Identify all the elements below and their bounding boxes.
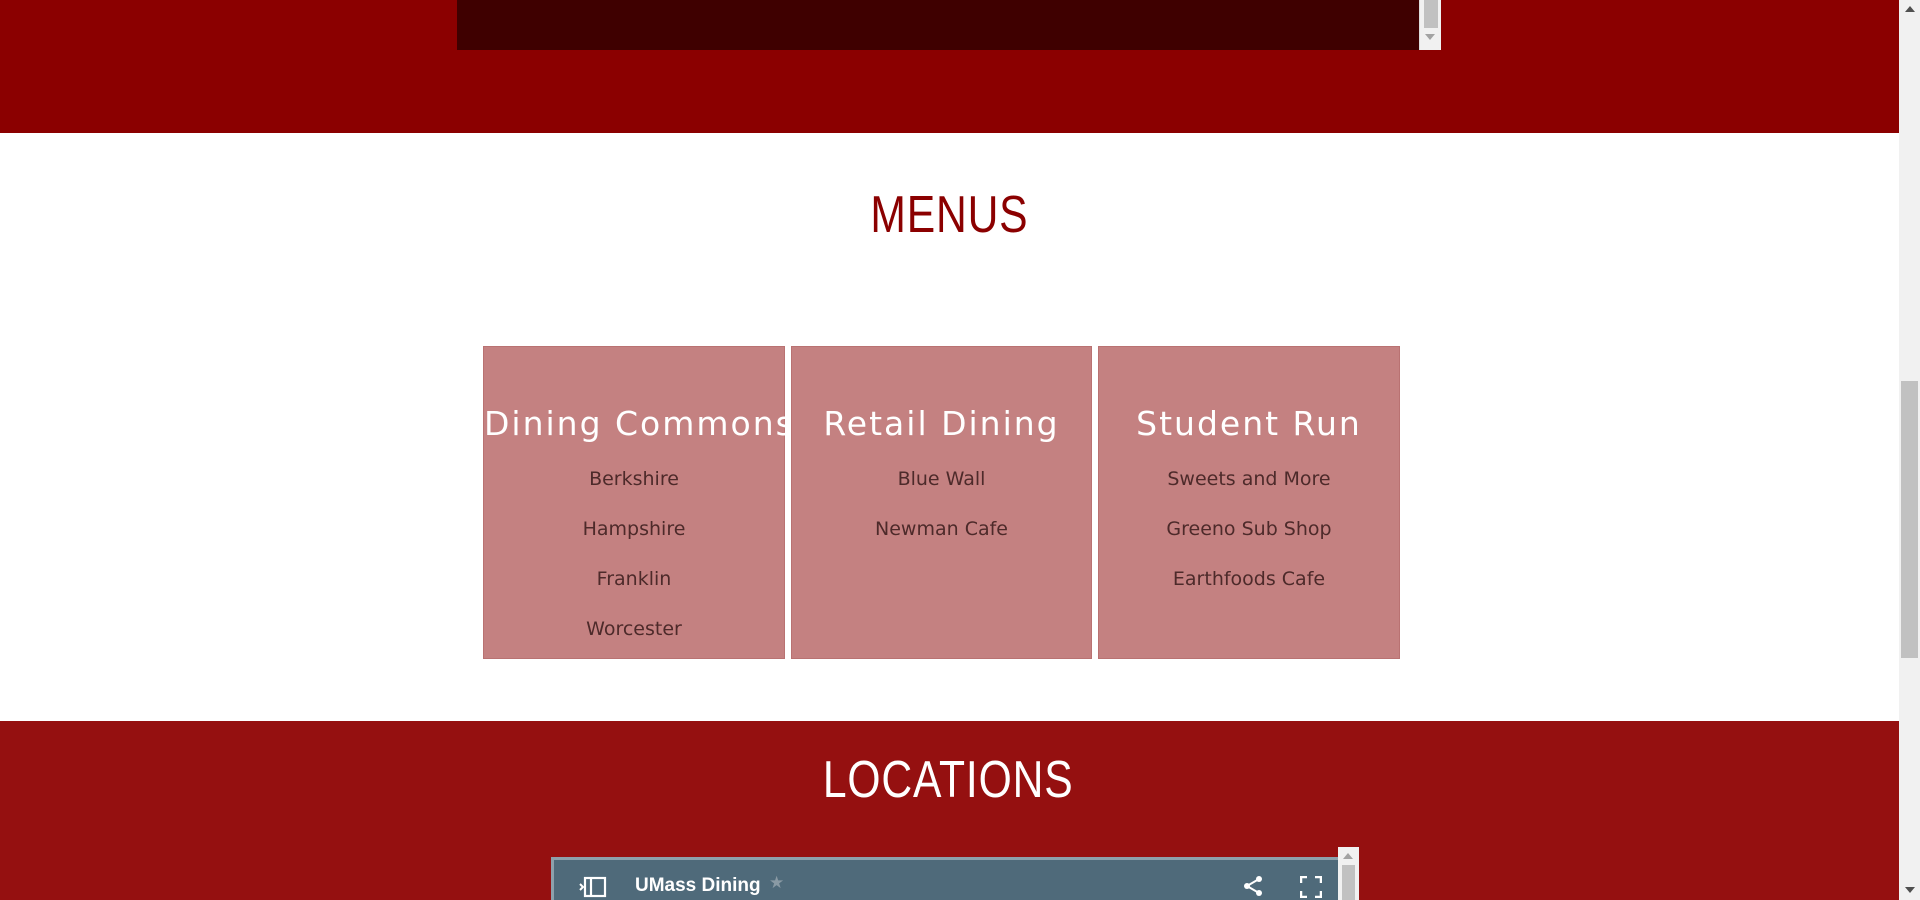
map-title: UMass Dining bbox=[635, 875, 761, 896]
card-dining-commons: Dining Commons Berkshire Hampshire Frank… bbox=[483, 346, 795, 659]
share-icon[interactable] bbox=[1242, 875, 1264, 897]
menu-link-hampshire[interactable]: Hampshire bbox=[484, 518, 784, 568]
browser-scrollbar-thumb[interactable] bbox=[1901, 381, 1918, 658]
card-list: Blue Wall Newman Cafe bbox=[792, 468, 1091, 568]
card-title: Retail Dining bbox=[823, 404, 1060, 443]
menu-link-greeno-sub-shop[interactable]: Greeno Sub Shop bbox=[1099, 518, 1399, 568]
menu-link-earthfoods-cafe[interactable]: Earthfoods Cafe bbox=[1099, 568, 1399, 618]
menu-link-blue-wall[interactable]: Blue Wall bbox=[792, 468, 1091, 518]
scroll-up-icon[interactable] bbox=[1905, 6, 1915, 12]
embedded-frame-scrollbar[interactable] bbox=[1419, 0, 1441, 50]
card-list: Berkshire Hampshire Franklin Worcester bbox=[484, 468, 784, 668]
menu-link-franklin[interactable]: Franklin bbox=[484, 568, 784, 618]
top-band bbox=[0, 0, 1899, 133]
embedded-scrollbar-thumb[interactable] bbox=[1424, 0, 1438, 28]
map-scrollbar-thumb[interactable] bbox=[1342, 865, 1355, 900]
embedded-frame-bottom[interactable] bbox=[457, 0, 1419, 50]
menu-link-newman-cafe[interactable]: Newman Cafe bbox=[792, 518, 1091, 568]
card-retail-dining: Retail Dining Blue Wall Newman Cafe bbox=[791, 346, 1092, 659]
scroll-up-icon[interactable] bbox=[1343, 853, 1353, 859]
locations-section: LOCATIONS UMass Dining ★ bbox=[0, 721, 1899, 900]
star-icon[interactable]: ★ bbox=[769, 873, 784, 893]
menu-link-worcester[interactable]: Worcester bbox=[484, 618, 784, 668]
locations-heading: LOCATIONS bbox=[822, 751, 1074, 809]
menus-section: MENUS Dining Commons Berkshire Hampshire… bbox=[0, 133, 1899, 721]
browser-scrollbar[interactable] bbox=[1899, 0, 1920, 900]
menus-heading: MENUS bbox=[870, 186, 1029, 244]
card-title: Student Run bbox=[1136, 404, 1362, 443]
menu-link-berkshire[interactable]: Berkshire bbox=[484, 468, 784, 518]
card-list: Sweets and More Greeno Sub Shop Earthfoo… bbox=[1099, 468, 1399, 618]
map-embed-header[interactable]: UMass Dining ★ bbox=[551, 857, 1338, 900]
map-embed-scrollbar[interactable] bbox=[1338, 847, 1359, 900]
fullscreen-icon[interactable] bbox=[1300, 876, 1322, 898]
embedded-scroll-down-icon[interactable] bbox=[1425, 34, 1435, 40]
card-student-run: Student Run Sweets and More Greeno Sub S… bbox=[1098, 346, 1400, 659]
scroll-down-icon[interactable] bbox=[1905, 887, 1915, 893]
menu-link-sweets-and-more[interactable]: Sweets and More bbox=[1099, 468, 1399, 518]
side-panel-icon[interactable] bbox=[579, 876, 607, 898]
page: MENUS Dining Commons Berkshire Hampshire… bbox=[0, 0, 1899, 900]
card-title: Dining Commons bbox=[484, 404, 795, 443]
